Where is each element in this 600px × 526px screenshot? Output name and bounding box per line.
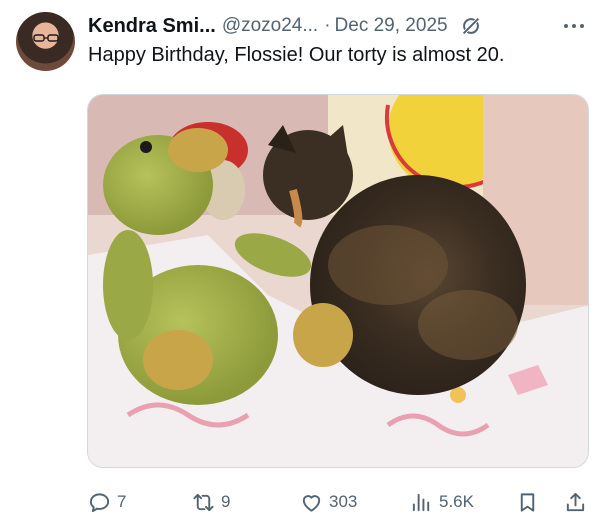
bookmark-icon: [520, 492, 535, 512]
glasses-icon: [33, 34, 59, 42]
tweet-photo[interactable]: [87, 94, 589, 468]
repost-icon: [193, 493, 214, 511]
heart-icon: [302, 494, 321, 512]
author-display-name[interactable]: Kendra Smi...: [88, 15, 216, 38]
views-icon: [412, 493, 430, 511]
tweet-text: Happy Birthday, Flossie! Our torty is al…: [88, 44, 505, 66]
more-options-icon[interactable]: [562, 15, 586, 37]
tweet-header: Kendra Smi... @zozo24... · Dec 29, 2025: [88, 13, 586, 39]
bookmark-button[interactable]: [516, 484, 539, 520]
author-avatar[interactable]: [16, 12, 75, 71]
reply-icon: [89, 492, 110, 512]
separator-dot: ·: [324, 15, 331, 36]
tweet-date[interactable]: Dec 29, 2025: [335, 15, 448, 37]
repost-count: 9: [221, 492, 231, 511]
author-handle[interactable]: @zozo24...: [222, 15, 318, 37]
share-icon: [566, 492, 585, 511]
reply-count: 7: [117, 492, 127, 511]
share-button[interactable]: [564, 484, 587, 520]
cat-photo-image: [88, 95, 588, 467]
grok-icon[interactable]: [460, 15, 482, 37]
views-count: 5.6K: [439, 492, 474, 511]
like-count: 303: [329, 492, 358, 511]
tweet-actions: 7 9 303 5.6K: [88, 484, 588, 520]
views-button[interactable]: 5.6K: [410, 484, 474, 520]
repost-button[interactable]: 9: [192, 484, 230, 520]
like-button[interactable]: 303: [300, 484, 357, 520]
reply-button[interactable]: 7: [88, 484, 126, 520]
